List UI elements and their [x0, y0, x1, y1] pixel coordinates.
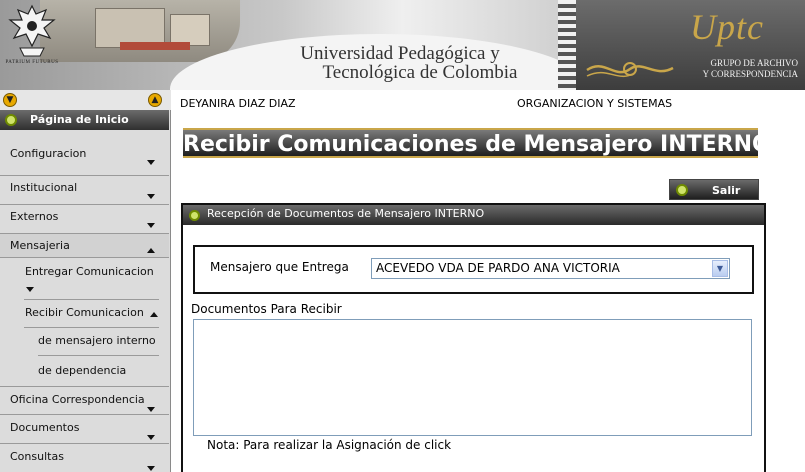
home-link[interactable]: Página de Inicio [0, 110, 169, 130]
sidebar-item-label: Consultas [10, 450, 64, 463]
page-title: Recibir Comunicaciones de Mensajero INTE… [183, 128, 758, 158]
chevron-down-icon [147, 407, 155, 412]
seal-caption: PATRIUM FUTURUS [5, 60, 59, 65]
scroll-down-icon[interactable]: ▼ [3, 93, 17, 107]
sidebar: ▼ ▲ Página de Inicio Configuracion Insti… [0, 90, 171, 472]
chevron-down-icon [26, 287, 34, 292]
sidebar-subitem-label: de mensajero interno [38, 334, 156, 347]
green-dot-icon [676, 184, 688, 196]
header-banner: PATRIUM FUTURUS Universidad Pedagógica y… [0, 0, 805, 90]
sidebar-scroll-bar: ▼ ▲ [0, 90, 171, 110]
sidebar-item-label: Configuracion [10, 147, 87, 160]
sidebar-item-label: Institucional [10, 181, 78, 194]
sidebar-subitem-dependencia[interactable]: de dependencia [38, 356, 159, 386]
exit-button-label: Salir [712, 184, 741, 197]
chevron-up-icon [147, 248, 155, 253]
sidebar-item-mensajeria[interactable]: Mensajeria [0, 234, 169, 258]
messenger-label: Mensajero que Entrega [210, 260, 349, 274]
exit-button[interactable]: Salir [669, 179, 759, 200]
chevron-down-icon [147, 223, 155, 228]
messenger-box: Mensajero que Entrega ACEVEDO VDA DE PAR… [193, 245, 754, 294]
sidebar-subitem-recibir[interactable]: Recibir Comunicacion [24, 300, 159, 328]
chevron-down-icon[interactable]: ▼ [712, 260, 728, 277]
sidebar-item-institucional[interactable]: Institucional [0, 176, 169, 205]
user-department: ORGANIZACION Y SISTEMAS [517, 97, 673, 110]
messenger-select[interactable]: ACEVEDO VDA DE PARDO ANA VICTORIA ▼ [371, 258, 730, 279]
chevron-down-icon [147, 160, 155, 165]
green-dot-icon [5, 114, 17, 126]
chevron-down-icon [147, 435, 155, 440]
university-name-line2: Tecnológica de Colombia [322, 62, 518, 83]
uptc-logo: Uptc [690, 7, 764, 47]
documents-label: Documentos Para Recibir [191, 302, 342, 316]
green-dot-icon [189, 210, 200, 221]
chevron-down-icon [147, 194, 155, 199]
sidebar-item-configuracion[interactable]: Configuracion [0, 134, 169, 176]
sidebar-item-label: Mensajeria [10, 239, 70, 252]
user-name: DEYANIRA DIAZ DIAZ [180, 97, 296, 110]
sidebar-item-label: Documentos [10, 421, 80, 434]
university-name: Universidad Pedagógica y Tecnológica de … [250, 44, 550, 82]
group-name: GRUPO DE ARCHIVO Y CORRESPONDENCIA [672, 58, 798, 80]
university-name-line1: Universidad Pedagógica y [300, 43, 500, 64]
sidebar-item-externos[interactable]: Externos [0, 205, 169, 234]
sidebar-item-documentos[interactable]: Documentos [0, 415, 169, 444]
group-name-line2: Y CORRESPONDENCIA [702, 69, 798, 79]
panel-header: Recepción de Documentos de Mensajero INT… [183, 205, 764, 225]
home-label: Página de Inicio [30, 113, 129, 126]
university-seal-icon [8, 4, 56, 57]
swirl-decoration-icon [586, 62, 674, 78]
sidebar-menu: Configuracion Institucional Externos Men… [0, 134, 169, 472]
documents-list[interactable] [193, 319, 752, 436]
film-strip-decoration [558, 0, 576, 90]
sidebar-subitem-label: Entregar Comunicacion [25, 265, 154, 278]
sidebar-subitem-label: Recibir Comunicacion [25, 306, 144, 319]
assignment-note: Nota: Para realizar la Asignación de cli… [207, 438, 452, 452]
chevron-down-icon [147, 466, 155, 471]
sidebar-subitem-label: de dependencia [38, 364, 127, 377]
reception-panel: Recepción de Documentos de Mensajero INT… [181, 203, 766, 472]
sidebar-item-consultas[interactable]: Consultas [0, 444, 169, 472]
messenger-selected-value: ACEVEDO VDA DE PARDO ANA VICTORIA [376, 261, 620, 275]
sidebar-item-oficina-correspondencia[interactable]: Oficina Correspondencia [0, 386, 169, 415]
page: PATRIUM FUTURUS Universidad Pedagógica y… [0, 0, 805, 472]
sidebar-subitem-mensajero-interno[interactable]: de mensajero interno [38, 328, 159, 356]
chevron-up-icon [150, 312, 158, 317]
sidebar-subitem-entregar[interactable]: Entregar Comunicacion [24, 258, 159, 300]
panel-title: Recepción de Documentos de Mensajero INT… [207, 207, 485, 220]
campus-roof [120, 42, 190, 50]
sidebar-item-label: Oficina Correspondencia [10, 393, 145, 406]
group-name-line1: GRUPO DE ARCHIVO [710, 58, 798, 68]
scroll-up-icon[interactable]: ▲ [148, 93, 162, 107]
sidebar-item-label: Externos [10, 210, 59, 223]
